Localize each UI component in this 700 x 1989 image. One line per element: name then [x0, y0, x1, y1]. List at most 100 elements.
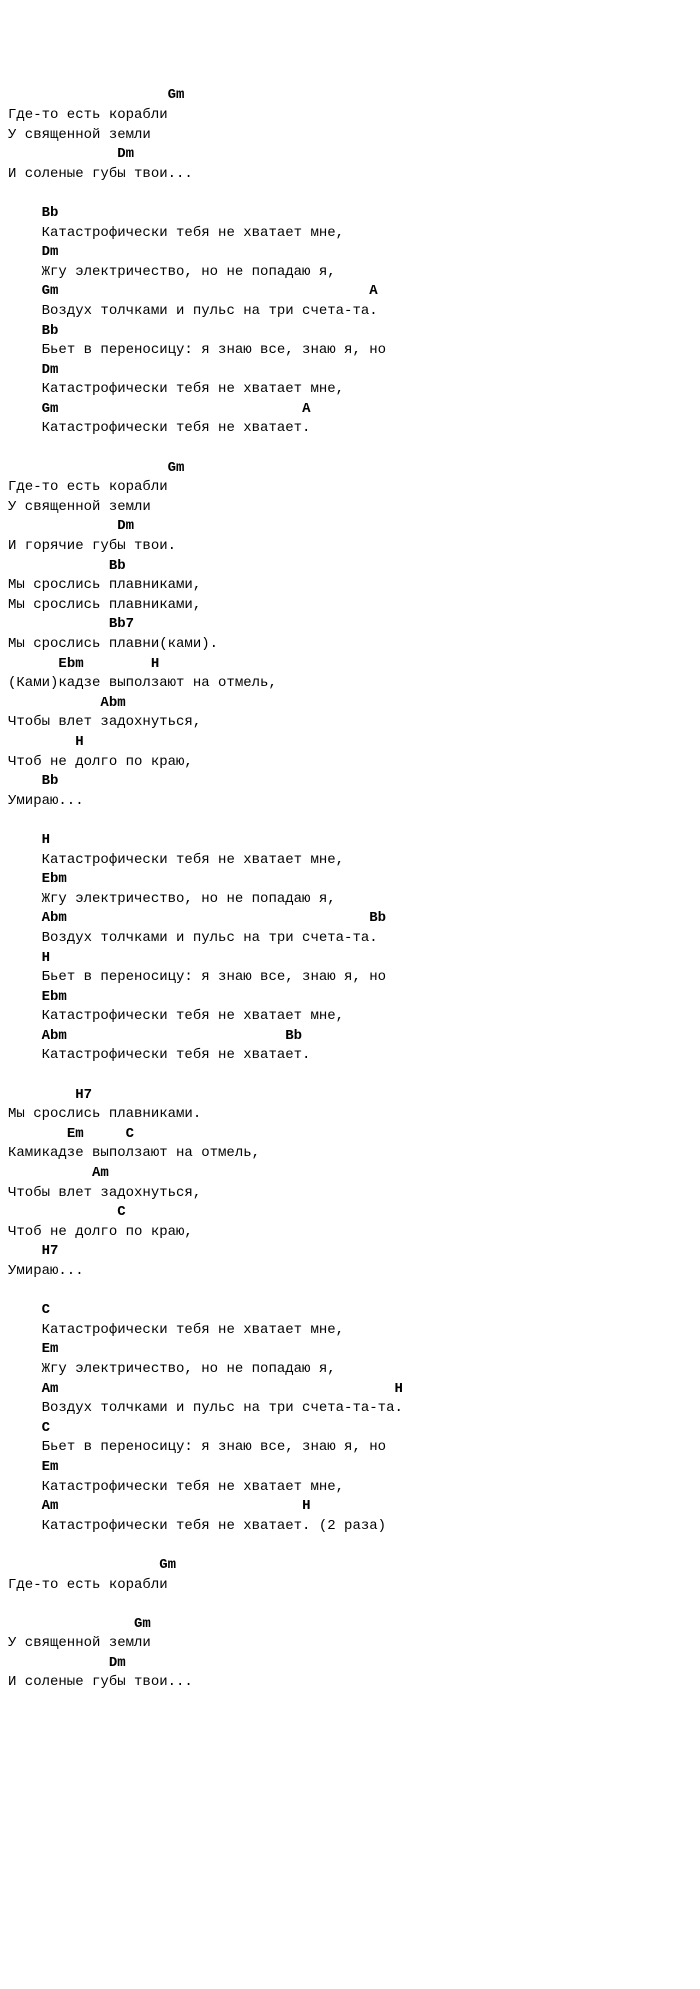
chord: C	[126, 1126, 134, 1142]
chord: Em	[42, 1459, 59, 1475]
song-line: Am H	[8, 1380, 692, 1400]
song-line: Чтобы влет задохнуться,	[8, 713, 692, 733]
song-line: Камикадзе выползают на отмель,	[8, 1144, 692, 1164]
song-line: Бьет в переносицу: я знаю все, знаю я, н…	[8, 968, 692, 988]
song-line: Dm	[8, 361, 692, 381]
song-line: Bb	[8, 322, 692, 342]
chord: Ebm	[42, 871, 67, 887]
song-line: Am H	[8, 1497, 692, 1517]
song-line: Жгу электричество, но не попадаю я,	[8, 263, 692, 283]
chord: Bb	[42, 323, 59, 339]
song-line: Катастрофически тебя не хватает. (2 раза…	[8, 1517, 692, 1537]
song-line: Em	[8, 1340, 692, 1360]
chord: H	[42, 950, 50, 966]
chord: Am	[92, 1165, 109, 1181]
song-line: Катастрофически тебя не хватает мне,	[8, 1478, 692, 1498]
chord: H7	[42, 1243, 59, 1259]
song-line	[8, 439, 692, 459]
song-line: Где-то есть корабли	[8, 1576, 692, 1596]
song-line: Катастрофически тебя не хватает мне,	[8, 224, 692, 244]
chord: Ebm	[58, 656, 83, 672]
chord: H	[302, 1498, 310, 1514]
song-line: Умираю...	[8, 792, 692, 812]
song-line: Катастрофически тебя не хватает мне,	[8, 1007, 692, 1027]
chord: Bb	[369, 910, 386, 926]
song-line: У священной земли	[8, 126, 692, 146]
song-line	[8, 1536, 692, 1556]
song-line: H7	[8, 1242, 692, 1262]
song-line: Bb	[8, 557, 692, 577]
chord: H	[75, 734, 83, 750]
chord: Dm	[109, 1655, 126, 1671]
song-line	[8, 1282, 692, 1302]
song-line: Gm A	[8, 282, 692, 302]
song-line: Dm	[8, 145, 692, 165]
chord: Bb7	[109, 616, 134, 632]
song-line: H7	[8, 1086, 692, 1106]
song-line: Умираю...	[8, 1262, 692, 1282]
song-line: Am	[8, 1164, 692, 1184]
song-line: И соленые губы твои...	[8, 165, 692, 185]
chord: Gm	[42, 283, 59, 299]
song-line: Gm	[8, 86, 692, 106]
song-line: Gm	[8, 1556, 692, 1576]
chord: Dm	[42, 362, 59, 378]
chord: Abm	[100, 695, 125, 711]
song-line: Жгу электричество, но не попадаю я,	[8, 1360, 692, 1380]
song-line: Bb	[8, 772, 692, 792]
chord: H7	[75, 1087, 92, 1103]
song-line: Dm	[8, 517, 692, 537]
song-line: Ebm H	[8, 655, 692, 675]
song-line: Gm	[8, 459, 692, 479]
song-line: Катастрофически тебя не хватает.	[8, 419, 692, 439]
chord: Dm	[42, 244, 59, 260]
song-content: Gm Где-то есть корабли У священной земли D…	[8, 86, 692, 1693]
song-line: Dm	[8, 243, 692, 263]
song-line: Abm Bb	[8, 1027, 692, 1047]
chord: Am	[42, 1381, 59, 1397]
song-line: Бьет в переносицу: я знаю все, знаю я, н…	[8, 1438, 692, 1458]
chord: Gm	[42, 401, 59, 417]
song-line: Abm	[8, 694, 692, 714]
song-line: C	[8, 1419, 692, 1439]
song-line	[8, 811, 692, 831]
song-line: Мы срослись плавниками,	[8, 596, 692, 616]
chord: Dm	[117, 146, 134, 162]
chord: H	[394, 1381, 402, 1397]
song-line: Воздух толчками и пульс на три счета-та-…	[8, 1399, 692, 1419]
song-line: Мы срослись плавни(ками).	[8, 635, 692, 655]
chord: Ebm	[42, 989, 67, 1005]
chord: Bb	[109, 558, 126, 574]
song-line: Em	[8, 1458, 692, 1478]
chord: H	[151, 656, 159, 672]
song-line: C	[8, 1203, 692, 1223]
song-line: Bb	[8, 204, 692, 224]
song-line: Катастрофически тебя не хватает.	[8, 1046, 692, 1066]
chord: Abm	[42, 910, 67, 926]
chord: Em	[42, 1341, 59, 1357]
song-line: Воздух толчками и пульс на три счета-та.	[8, 302, 692, 322]
song-line: Чтоб не долго по краю,	[8, 753, 692, 773]
song-line: У священной земли	[8, 498, 692, 518]
chord: Dm	[117, 518, 134, 534]
chord: A	[302, 401, 310, 417]
chord: Em	[67, 1126, 84, 1142]
song-line: И соленые губы твои...	[8, 1673, 692, 1693]
chord: Gm	[168, 87, 185, 103]
chord: Bb	[42, 773, 59, 789]
song-line: Катастрофически тебя не хватает мне,	[8, 851, 692, 871]
chord: Gm	[168, 460, 185, 476]
song-line: Катастрофически тебя не хватает мне,	[8, 1321, 692, 1341]
song-line: H	[8, 733, 692, 753]
song-line: H	[8, 831, 692, 851]
song-line	[8, 1066, 692, 1086]
song-line: Em C	[8, 1125, 692, 1145]
chord: C	[42, 1420, 50, 1436]
song-line: Чтоб не долго по краю,	[8, 1223, 692, 1243]
chord: Gm	[159, 1557, 176, 1573]
song-line: (Ками)кадзе выползают на отмель,	[8, 674, 692, 694]
song-line: И горячие губы твои.	[8, 537, 692, 557]
song-line: H	[8, 949, 692, 969]
chord: A	[369, 283, 377, 299]
song-line: C	[8, 1301, 692, 1321]
